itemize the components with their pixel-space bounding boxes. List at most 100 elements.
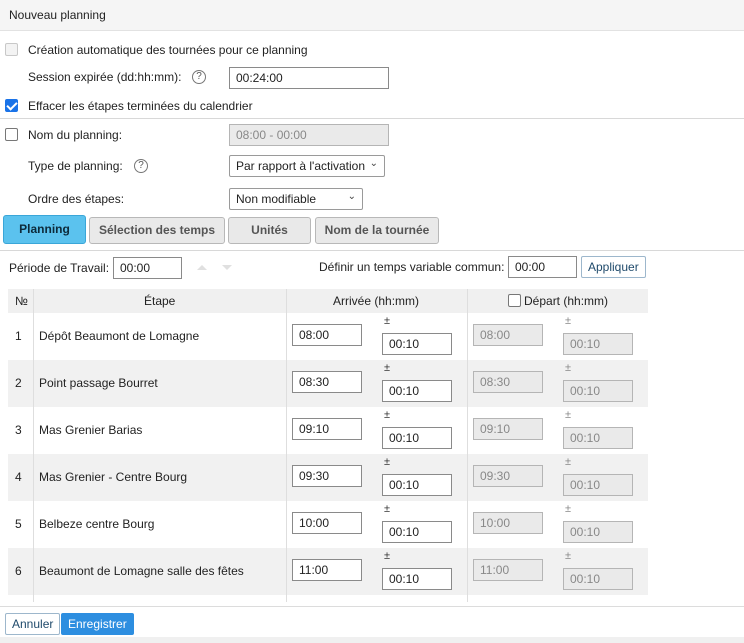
arrival-input[interactable]: 09:30 <box>292 465 362 487</box>
plus-minus-label: ± <box>384 503 391 515</box>
table-row: 5 Belbeze centre Bourg 10:00 ± 00:10 10:… <box>8 501 648 548</box>
apply-button[interactable]: Appliquer <box>581 256 646 278</box>
departure-input[interactable]: 08:30 <box>473 371 543 393</box>
plan-type-label: Type de planning: <box>28 159 123 173</box>
row-step: Mas Grenier - Centre Bourg <box>39 470 188 484</box>
plan-name-label: Nom du planning: <box>28 128 123 142</box>
tab-route-name[interactable]: Nom de la tournée <box>315 217 439 244</box>
arrival-variation-input[interactable]: 00:10 <box>382 333 452 355</box>
tab-time-selection[interactable]: Sélection des temps <box>89 217 225 244</box>
separator <box>0 118 744 119</box>
arrival-input[interactable]: 09:10 <box>292 418 362 440</box>
common-time-label: Définir un temps variable commun: <box>319 260 505 274</box>
step-order-value: Non modifiable <box>236 192 317 206</box>
arrival-variation-input[interactable]: 00:10 <box>382 427 452 449</box>
column-divider <box>467 289 468 602</box>
departure-variation-input[interactable]: 00:10 <box>563 521 633 543</box>
auto-creation-checkbox[interactable] <box>5 43 18 56</box>
departure-input[interactable]: 10:00 <box>473 512 543 534</box>
erase-steps-checkbox[interactable] <box>5 99 18 112</box>
plus-minus-label: ± <box>565 409 572 421</box>
plan-name-checkbox[interactable] <box>5 128 18 141</box>
arrival-variation-input[interactable]: 00:10 <box>382 474 452 496</box>
plus-minus-label: ± <box>565 503 572 515</box>
help-icon[interactable]: ? <box>134 159 148 173</box>
plus-minus-label: ± <box>384 550 391 562</box>
plus-minus-label: ± <box>565 362 572 374</box>
departure-variation-input[interactable]: 00:10 <box>563 427 633 449</box>
arrow-down-icon[interactable] <box>222 265 232 270</box>
arrival-input[interactable]: 08:00 <box>292 324 362 346</box>
row-step: Point passage Bourret <box>39 376 158 390</box>
departure-variation-input[interactable]: 00:10 <box>563 568 633 590</box>
row-num: 3 <box>15 423 22 437</box>
arrow-up-icon[interactable] <box>197 265 207 270</box>
departure-input[interactable]: 11:00 <box>473 559 543 581</box>
departure-variation-input[interactable]: 00:10 <box>563 474 633 496</box>
session-label: Session expirée (dd:hh:mm): <box>28 70 182 84</box>
column-divider <box>286 289 287 602</box>
column-departure: Départ (hh:mm) <box>524 294 609 308</box>
column-divider <box>33 289 34 602</box>
tab-planning[interactable]: Planning <box>3 215 86 244</box>
plus-minus-label: ± <box>384 362 391 374</box>
plus-minus-label: ± <box>384 456 391 468</box>
session-input[interactable]: 00:24:00 <box>229 67 389 89</box>
tab-units[interactable]: Unités <box>228 217 311 244</box>
dialog-header: Nouveau planning <box>0 0 744 31</box>
row-step: Mas Grenier Barias <box>39 423 143 437</box>
chevron-down-icon: ⌄ <box>369 158 378 169</box>
arrival-variation-input[interactable]: 00:10 <box>382 568 452 590</box>
row-num: 2 <box>15 376 22 390</box>
plus-minus-label: ± <box>384 315 391 327</box>
table-row: 2 Point passage Bourret 08:30 ± 00:10 08… <box>8 360 648 407</box>
plan-name-input[interactable]: 08:00 - 00:00 <box>229 124 389 146</box>
table-row: 4 Mas Grenier - Centre Bourg 09:30 ± 00:… <box>8 454 648 501</box>
column-arrival: Arrivée (hh:mm) <box>333 294 420 308</box>
plus-minus-label: ± <box>384 409 391 421</box>
arrival-input[interactable]: 11:00 <box>292 559 362 581</box>
plus-minus-label: ± <box>565 456 572 468</box>
plan-type-select[interactable]: Par rapport à l'activation ⌄ <box>229 155 385 177</box>
table-header: № Étape Arrivée (hh:mm) Départ (hh:mm) <box>8 289 648 313</box>
steps-table: № Étape Arrivée (hh:mm) Départ (hh:mm) 1… <box>8 289 648 602</box>
row-num: 4 <box>15 470 22 484</box>
row-step: Beaumont de Lomagne salle des fêtes <box>39 564 244 578</box>
column-num: № <box>15 294 28 308</box>
arrival-variation-input[interactable]: 00:10 <box>382 380 452 402</box>
auto-creation-label: Création automatique des tournées pour c… <box>28 43 308 57</box>
work-period-label: Période de Travail: <box>9 261 110 275</box>
separator <box>0 250 744 251</box>
column-step: Étape <box>144 294 176 308</box>
departure-variation-input[interactable]: 00:10 <box>563 333 633 355</box>
work-period-input[interactable]: 00:00 <box>113 257 182 279</box>
save-button[interactable]: Enregistrer <box>61 613 134 635</box>
chevron-down-icon: ⌄ <box>347 191 356 202</box>
departure-checkbox[interactable] <box>508 294 521 307</box>
cancel-button[interactable]: Annuler <box>5 613 61 635</box>
departure-variation-input[interactable]: 00:10 <box>563 380 633 402</box>
departure-input[interactable]: 09:10 <box>473 418 543 440</box>
plus-minus-label: ± <box>565 315 572 327</box>
help-icon[interactable]: ? <box>192 70 206 84</box>
table-row: 3 Mas Grenier Barias 09:10 ± 00:10 09:10… <box>8 407 648 454</box>
arrival-variation-input[interactable]: 00:10 <box>382 521 452 543</box>
row-num: 5 <box>15 517 22 531</box>
row-step: Belbeze centre Bourg <box>39 517 155 531</box>
row-num: 1 <box>15 329 22 343</box>
plus-minus-label: ± <box>565 550 572 562</box>
table-row: 1 Dépôt Beaumont de Lomagne 08:00 ± 00:1… <box>8 313 648 360</box>
departure-input[interactable]: 09:30 <box>473 465 543 487</box>
table-row: 6 Beaumont de Lomagne salle des fêtes 11… <box>8 548 648 595</box>
row-step: Dépôt Beaumont de Lomagne <box>39 329 200 343</box>
step-order-label: Ordre des étapes: <box>28 192 125 206</box>
footer-base <box>0 637 744 643</box>
row-num: 6 <box>15 564 22 578</box>
step-order-select[interactable]: Non modifiable ⌄ <box>229 188 363 210</box>
dialog-title: Nouveau planning <box>9 8 106 22</box>
plan-type-value: Par rapport à l'activation <box>236 159 366 173</box>
arrival-input[interactable]: 08:30 <box>292 371 362 393</box>
arrival-input[interactable]: 10:00 <box>292 512 362 534</box>
departure-input[interactable]: 08:00 <box>473 324 543 346</box>
common-time-input[interactable]: 00:00 <box>508 256 577 278</box>
